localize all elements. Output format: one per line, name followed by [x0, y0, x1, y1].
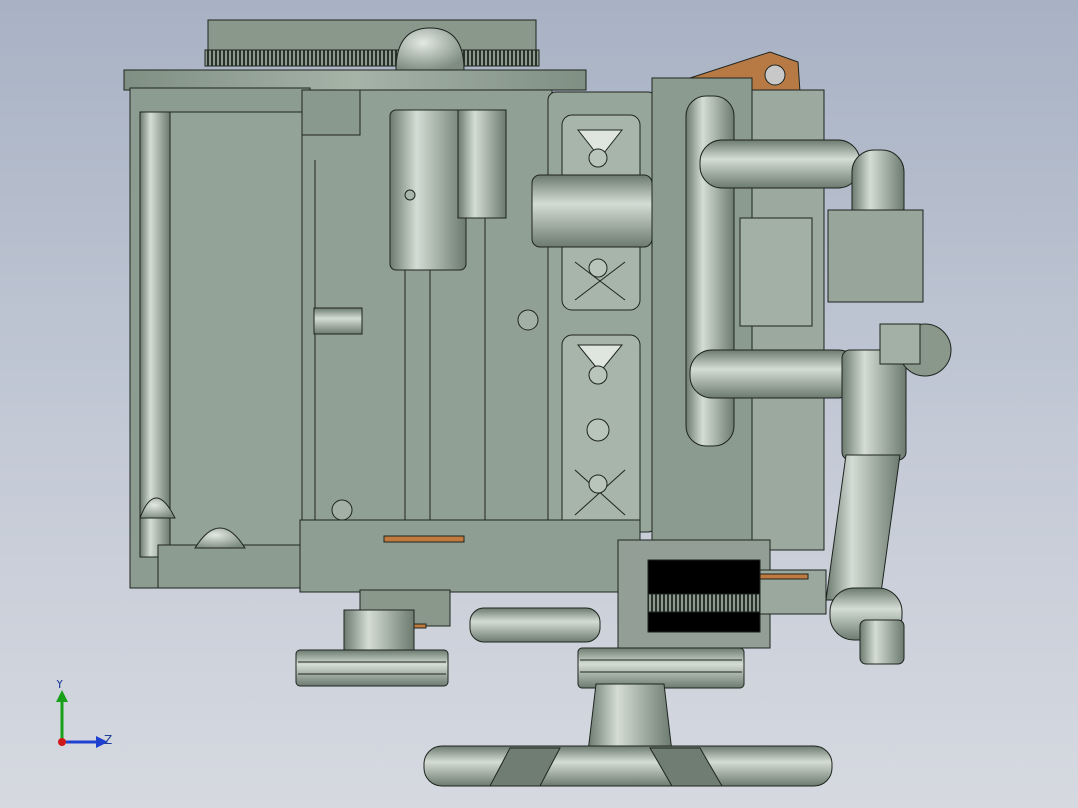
orientation-triad: Y Z: [55, 680, 112, 748]
z-axis-label: Z: [104, 733, 112, 747]
cad-viewport[interactable]: Y Z: [0, 0, 1078, 808]
y-axis-label: Y: [55, 680, 64, 691]
cooling-fan[interactable]: [423, 683, 833, 787]
cylinder-head-cover[interactable]: [531, 91, 657, 533]
flywheel-ring-gear[interactable]: [204, 19, 540, 67]
crankshaft-pulley-right[interactable]: [577, 647, 745, 689]
x-axis-origin-icon: [58, 738, 66, 746]
water-pump-assembly[interactable]: [617, 539, 827, 649]
y-axis-arrowhead-icon: [56, 690, 68, 702]
engine-assembly-model[interactable]: [0, 0, 1078, 808]
